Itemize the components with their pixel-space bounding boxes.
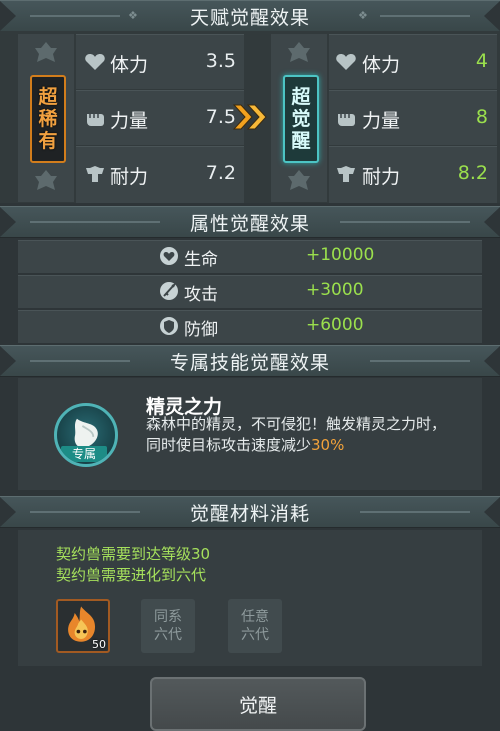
- attribute-label: 生命: [184, 250, 218, 270]
- armor-icon: [337, 166, 355, 182]
- awaken-button[interactable]: 觉醒: [150, 677, 366, 731]
- attribute-row: [18, 310, 482, 343]
- fist-icon: [338, 114, 355, 126]
- skill-desc-line2: 同时使目标攻击速度减少30%: [146, 436, 345, 454]
- attack-icon: [160, 282, 178, 300]
- attribute-value: +10000: [306, 245, 375, 265]
- crest-icon: [35, 42, 57, 62]
- rarity-badge: 超 稀 有: [30, 75, 66, 163]
- awaken-badge: 超 觉 醒: [283, 75, 319, 163]
- section-title: 觉醒材料消耗: [189, 502, 310, 525]
- stat-label: 力量: [110, 110, 149, 132]
- stat-label: 力量: [362, 110, 401, 132]
- item-count: 50: [92, 638, 106, 651]
- attribute-row: [18, 240, 482, 273]
- fist-icon: [87, 114, 104, 126]
- attribute-value: +3000: [306, 280, 364, 300]
- requirement-evolution: 契约兽需要进化到六代: [56, 566, 207, 584]
- skill-tag: 专属: [61, 446, 107, 462]
- crest-icon: [35, 170, 57, 190]
- material-slot-same-series[interactable]: 同系 六代: [141, 599, 195, 653]
- stat-value-upgraded: 4: [475, 50, 488, 72]
- skill-highlight-value: 30%: [311, 436, 345, 454]
- material-header: 觉醒材料消耗: [0, 496, 500, 528]
- crest-icon: [288, 170, 310, 190]
- section-title: 属性觉醒效果: [189, 212, 310, 235]
- requirement-level: 契约兽需要到达等级30: [56, 545, 211, 563]
- stat-label: 体力: [362, 54, 401, 76]
- attribute-label: 防御: [184, 320, 218, 340]
- heart-icon: [85, 54, 105, 70]
- ornament-icon: ❖: [358, 9, 368, 22]
- stat-label: 体力: [110, 54, 149, 76]
- stat-value: 7.2: [205, 162, 236, 184]
- skill-awaken-header: 专属技能觉醒效果: [0, 345, 500, 377]
- crest-icon: [288, 42, 310, 62]
- armor-icon: [86, 166, 104, 182]
- stat-label: 耐力: [362, 166, 401, 188]
- life-icon: [160, 247, 178, 265]
- attribute-row: [18, 275, 482, 308]
- attribute-awaken-header: 属性觉醒效果: [0, 206, 500, 238]
- stat-label: 耐力: [110, 166, 149, 188]
- stat-value: 3.5: [205, 50, 236, 72]
- attribute-value: +6000: [306, 315, 364, 335]
- heart-icon: [336, 54, 356, 70]
- ornament-icon: ❖: [128, 9, 138, 22]
- skill-icon[interactable]: 专属: [54, 403, 118, 467]
- talent-awaken-header: ❖ ❖ 天赋觉醒效果: [0, 0, 500, 32]
- upgrade-arrow-icon: [232, 104, 267, 130]
- defense-icon: [160, 317, 178, 335]
- skill-desc-line1: 森林中的精灵，不可侵犯！触发精灵之力时，: [146, 415, 447, 433]
- section-title: 专属技能觉醒效果: [169, 351, 330, 374]
- material-slot-any[interactable]: 任意 六代: [228, 599, 282, 653]
- stat-value-upgraded: 8.2: [457, 162, 488, 184]
- stat-value-upgraded: 8: [475, 106, 488, 128]
- material-item-slot[interactable]: 50: [56, 599, 110, 653]
- section-title: 天赋觉醒效果: [189, 6, 310, 29]
- attribute-label: 攻击: [184, 285, 218, 305]
- stat-value: 7.5: [205, 106, 236, 128]
